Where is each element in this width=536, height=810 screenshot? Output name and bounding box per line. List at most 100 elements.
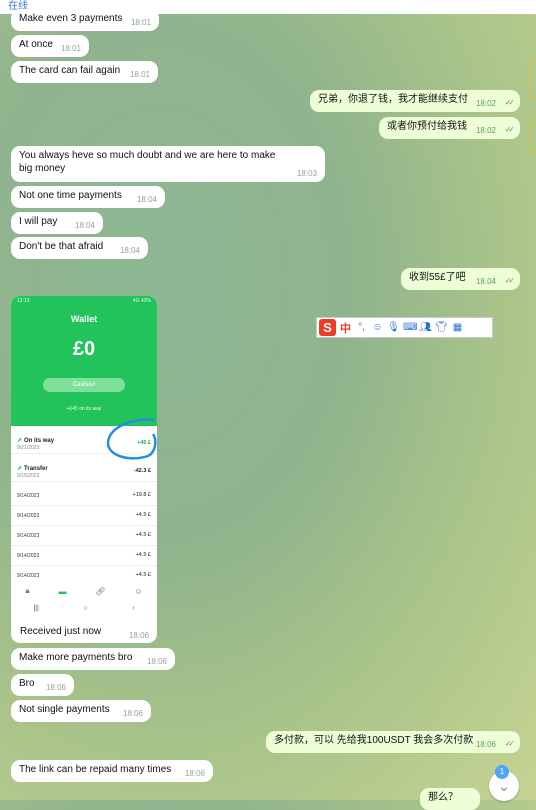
- message-time: 18:03: [296, 169, 317, 178]
- punctuation-toggle[interactable]: °,: [355, 322, 368, 333]
- transaction-date: 9/14/2023: [17, 533, 40, 539]
- home-icon: ○: [83, 604, 88, 612]
- keyboard-icon[interactable]: ⌨︎: [403, 322, 417, 333]
- message-incoming[interactable]: I will pay 18:04: [11, 212, 103, 234]
- message-outgoing[interactable]: 兄弟，你退了钱，我才能继续支付 18:02 ✓✓: [310, 90, 520, 112]
- message-time: 18:02: [475, 126, 496, 135]
- transaction-amount: +19.8 £: [132, 492, 151, 498]
- message-text: Bro: [19, 678, 35, 689]
- unread-badge: 1: [495, 765, 509, 779]
- message-time: 18:06: [475, 740, 496, 749]
- message-time: 18:06: [146, 657, 167, 666]
- message-time: 18:01: [130, 18, 151, 27]
- message-time: 18:04: [74, 221, 95, 230]
- message-incoming[interactable]: Make more payments bro 18:06: [11, 648, 175, 670]
- arrow-icon: ➚: [17, 438, 23, 444]
- message-text: At once: [19, 39, 53, 50]
- read-check-icon: ✓✓: [504, 739, 516, 748]
- transaction-date: 9/14/2023: [17, 553, 40, 559]
- message-text: 收到55£了吧: [409, 272, 466, 283]
- message-time: 18:01: [60, 44, 81, 53]
- transaction-date: 9/15/2023: [17, 473, 40, 479]
- lock-icon: 🔒︎: [25, 586, 30, 595]
- message-text: Make more payments bro: [19, 652, 133, 663]
- emoji-icon[interactable]: ☺: [371, 322, 384, 333]
- transaction-amount: +4.5 £: [135, 572, 151, 578]
- message-text: Not single payments: [19, 704, 110, 715]
- message-incoming[interactable]: The link can be repaid many times 18:06: [11, 760, 213, 782]
- ime-toolbar[interactable]: S 中 °, ☺ 🎙︎ ⌨︎ 👥︎ 👕︎ ▦: [316, 317, 493, 338]
- transaction-row: 9/14/2023 +19.8 £: [11, 486, 157, 506]
- transaction-name: On its way: [24, 438, 55, 444]
- wallet-header: 12:13 4G 43% Wallet £0 Cashout +£45 on i…: [11, 296, 157, 426]
- message-time: 18:06: [45, 683, 66, 692]
- message-outgoing[interactable]: 那么？: [420, 788, 480, 810]
- grid-menu-icon[interactable]: ▦: [451, 322, 464, 333]
- transaction-amount: +4.5 £: [135, 512, 151, 518]
- transaction-date: 9/14/2023: [17, 493, 40, 499]
- wallet-bottom-nav: 🔒︎ ▬ 🔗︎ ☺: [11, 584, 157, 598]
- message-incoming[interactable]: The card can fail again 18:01: [11, 61, 158, 83]
- wallet-balance: £0: [72, 338, 96, 360]
- ime-mode-toggle[interactable]: 中: [339, 320, 352, 336]
- message-incoming[interactable]: At once 18:01: [11, 35, 89, 57]
- read-check-icon: ✓✓: [504, 98, 516, 107]
- message-incoming[interactable]: You always heve so much doubt and we are…: [11, 146, 325, 182]
- message-outgoing[interactable]: 收到55£了吧 18.04 ✓✓: [401, 268, 520, 290]
- message-text: The link can be repaid many times: [19, 764, 172, 775]
- cashout-button: Cashout: [43, 378, 125, 392]
- message-incoming[interactable]: Make even 3 payments 18:01: [11, 9, 159, 31]
- user-icon[interactable]: 👥︎: [419, 322, 432, 333]
- profile-icon: ☺: [134, 586, 143, 596]
- message-text: The card can fail again: [19, 65, 121, 76]
- message-text: Not one time payments: [19, 190, 122, 201]
- transaction-date: 9/14/2023: [17, 513, 40, 519]
- side-panel-edge: [529, 116, 536, 154]
- message-outgoing[interactable]: 或者你预付给我钱 18:02 ✓✓: [379, 117, 520, 139]
- wallet-screenshot[interactable]: 12:13 4G 43% Wallet £0 Cashout +£45 on i…: [11, 296, 157, 619]
- message-time: 18:06: [184, 769, 205, 778]
- message-text: You always heve so much doubt and we are…: [19, 150, 276, 174]
- transaction-row: 9/14/2023 +4.5 £: [11, 526, 157, 546]
- phone-status-time: 12:13: [17, 298, 30, 304]
- message-outgoing[interactable]: 多付款，可以 先给我100USDT 我会多次付款 18:06 ✓✓: [266, 731, 520, 753]
- message-time: 18:01: [129, 70, 150, 79]
- link-icon: 🔗︎: [95, 586, 106, 596]
- wallet-icon: ▬: [58, 586, 67, 596]
- phone-status-right: 4G 43%: [132, 298, 151, 304]
- transaction-row: 9/14/2023 +4.5 £: [11, 566, 157, 584]
- message-photo[interactable]: 12:13 4G 43% Wallet £0 Cashout +£45 on i…: [11, 296, 157, 643]
- message-time: 18:06: [122, 709, 143, 718]
- annotation-circle: [106, 418, 157, 460]
- message-incoming[interactable]: Bro 18:06: [11, 674, 74, 696]
- read-check-icon: ✓✓: [504, 125, 516, 134]
- recents-icon: |||: [33, 604, 39, 612]
- message-incoming[interactable]: Don't be that afraid 18:04: [11, 237, 148, 259]
- message-text: 那么？: [428, 792, 458, 803]
- wallet-title: Wallet: [70, 314, 98, 324]
- transaction-row: 9/14/2023 +4.5 £: [11, 546, 157, 566]
- message-text: 兄弟，你退了钱，我才能继续支付: [318, 94, 468, 105]
- message-incoming[interactable]: Not single payments 18:06: [11, 700, 151, 722]
- back-icon: ‹: [132, 604, 135, 612]
- on-its-way-note: +£45 on its way: [66, 406, 102, 412]
- message-time: 18:06: [128, 631, 149, 640]
- sogou-logo-icon[interactable]: S: [319, 319, 336, 336]
- message-text: I will pay: [19, 216, 58, 227]
- message-text: Don't be that afraid: [19, 241, 104, 252]
- transaction-amount: +4.5 £: [135, 552, 151, 558]
- transaction-amount: -42.3 £: [133, 468, 151, 474]
- skin-shirt-icon[interactable]: 👕︎: [435, 322, 448, 333]
- transaction-date: 9/21/2023: [17, 445, 40, 451]
- android-nav-bar: ||| ○ ‹: [11, 602, 157, 614]
- message-time: 18:02: [475, 99, 496, 108]
- transaction-amount: +4.5 £: [135, 532, 151, 538]
- message-text: 或者你预付给我钱: [387, 121, 467, 132]
- message-incoming[interactable]: Not one time payments 18:04: [11, 186, 165, 208]
- microphone-icon[interactable]: 🎙︎: [387, 322, 400, 333]
- message-text: Received just now: [20, 626, 102, 637]
- chevron-down-icon: ⌄: [498, 778, 510, 794]
- transaction-name: Transfer: [24, 466, 48, 472]
- transaction-row: 9/14/2023 +4.5 £: [11, 506, 157, 526]
- message-time: 18:04: [136, 195, 157, 204]
